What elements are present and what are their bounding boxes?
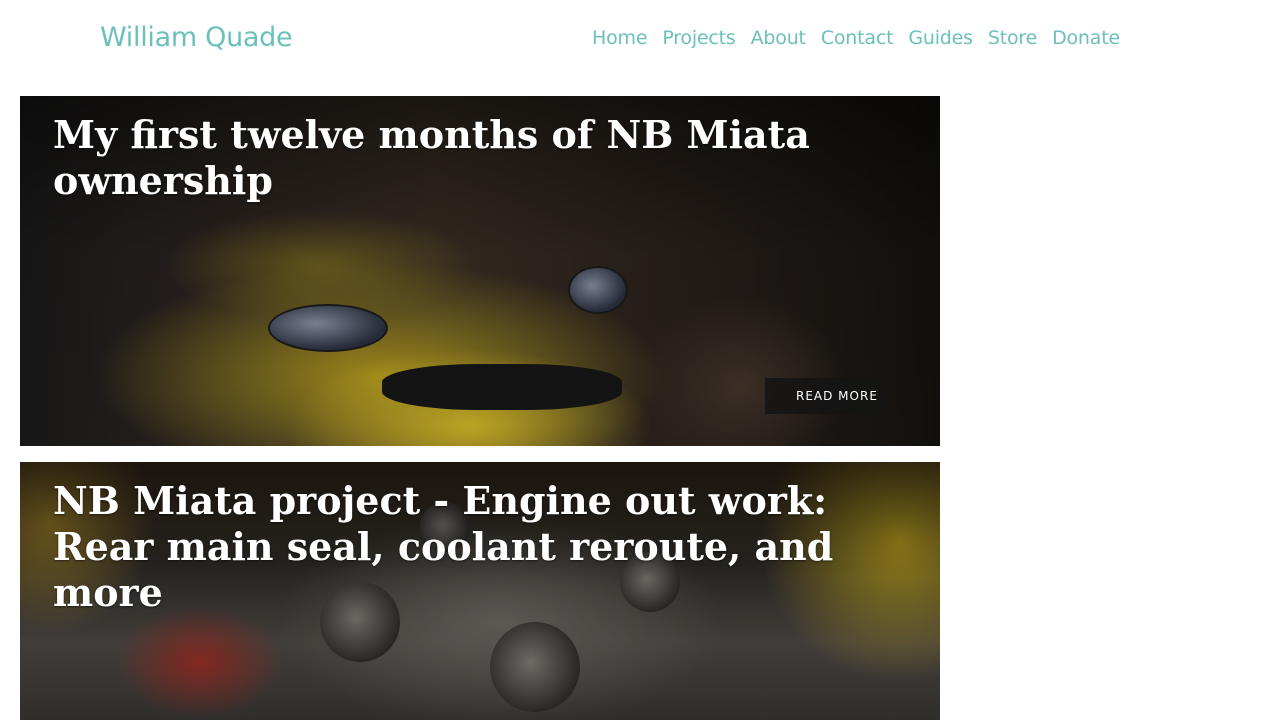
main-nav: Home Projects About Contact Guides Store…: [592, 26, 1120, 50]
post-card[interactable]: NB Miata project - Engine out work: Rear…: [20, 462, 940, 720]
nav-contact[interactable]: Contact: [821, 26, 894, 50]
site-header: William Quade Home Projects About Contac…: [0, 0, 1280, 80]
post-title-link[interactable]: My first twelve months of NB Miata owner…: [53, 112, 853, 204]
nav-store[interactable]: Store: [988, 26, 1037, 50]
read-more-link[interactable]: READ MORE: [796, 386, 878, 406]
post-card[interactable]: My first twelve months of NB Miata owner…: [20, 96, 940, 446]
nav-donate[interactable]: Donate: [1052, 26, 1120, 50]
nav-about[interactable]: About: [751, 26, 806, 50]
nav-projects[interactable]: Projects: [662, 26, 736, 50]
post-title-link[interactable]: NB Miata project - Engine out work: Rear…: [53, 478, 853, 616]
nav-guides[interactable]: Guides: [908, 26, 973, 50]
nav-home[interactable]: Home: [592, 26, 648, 50]
site-title-link[interactable]: William Quade: [100, 22, 293, 54]
